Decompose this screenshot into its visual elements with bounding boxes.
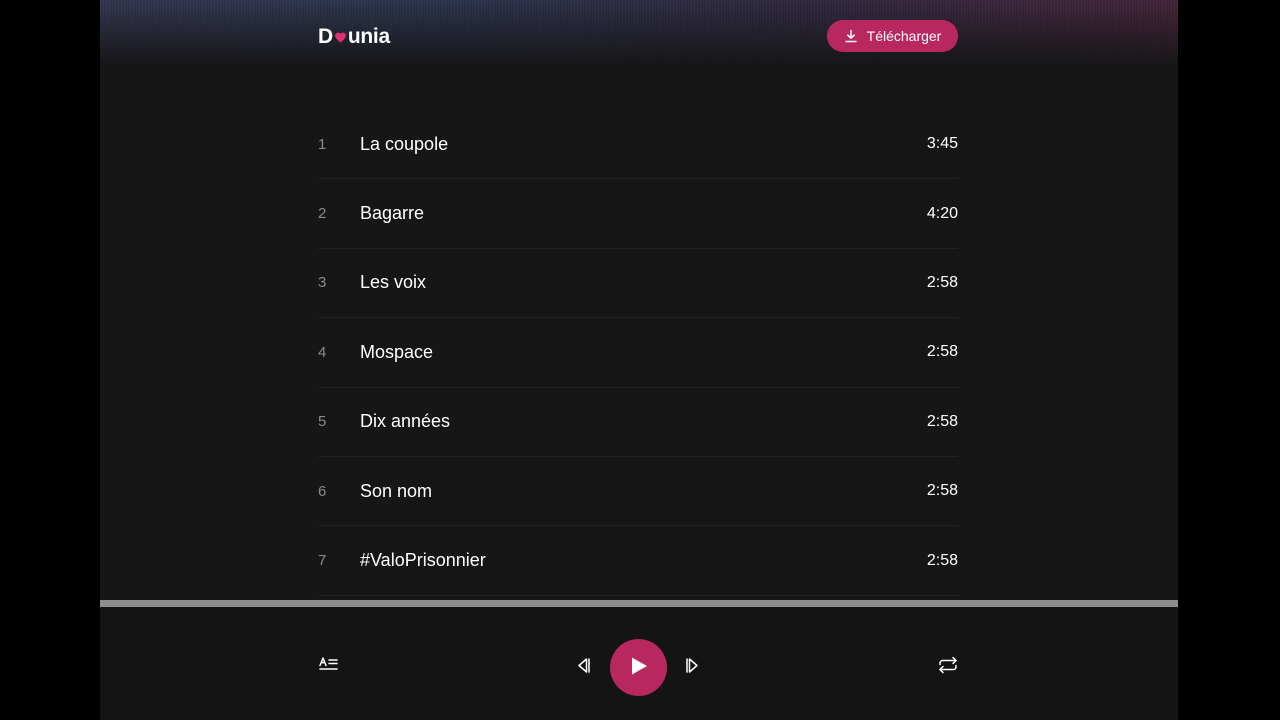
track-title: Les voix xyxy=(360,272,427,293)
track-number: 3 xyxy=(318,274,327,292)
play-button[interactable] xyxy=(610,639,667,696)
skip-next-icon xyxy=(685,657,701,677)
repeat-icon xyxy=(938,656,958,677)
track-row[interactable]: 4 Mospace 2:58 xyxy=(318,318,958,388)
skip-previous-icon xyxy=(575,657,591,677)
repeat-button[interactable] xyxy=(937,655,959,677)
track-duration: 3:45 xyxy=(926,135,958,153)
track-number: 5 xyxy=(318,413,327,431)
track-duration: 4:20 xyxy=(926,204,958,222)
track-duration: 2:58 xyxy=(926,412,958,430)
download-button[interactable]: Télécharger xyxy=(827,20,958,52)
playback-progress-bar[interactable] xyxy=(100,600,1178,607)
lyrics-icon xyxy=(319,656,339,675)
track-duration: 2:58 xyxy=(926,482,958,500)
track-number: 7 xyxy=(318,552,327,570)
track-duration: 2:58 xyxy=(926,343,958,361)
track-number: 2 xyxy=(318,205,327,223)
download-icon xyxy=(844,29,858,43)
track-row[interactable]: 1 La coupole 3:45 xyxy=(318,110,958,180)
track-number: 4 xyxy=(318,343,327,361)
app-window: D unia Télécharger 1 La coupole 3:45 2 B… xyxy=(100,0,1178,720)
track-row[interactable]: 3 Les voix 2:58 xyxy=(318,249,958,319)
track-title: #ValoPrisonnier xyxy=(360,550,486,571)
waveform-header-background xyxy=(100,0,1178,66)
previous-track-button[interactable] xyxy=(574,657,592,677)
play-icon xyxy=(630,656,648,679)
track-number: 6 xyxy=(318,482,327,500)
track-duration: 2:58 xyxy=(926,551,958,569)
heart-icon xyxy=(334,31,347,44)
dounia-logo: D unia xyxy=(318,24,390,50)
track-title: La coupole xyxy=(360,133,449,154)
track-row[interactable]: 2 Bagarre 4:20 xyxy=(318,179,958,249)
lyrics-button[interactable] xyxy=(318,655,340,675)
player-bar xyxy=(100,607,1178,720)
logo-letter-d: D xyxy=(318,25,333,48)
track-row[interactable]: 6 Son nom 2:58 xyxy=(318,457,958,527)
track-title: Son nom xyxy=(360,480,433,501)
track-title: Dix années xyxy=(360,411,451,432)
logo-text: unia xyxy=(347,25,390,48)
download-label: Télécharger xyxy=(866,28,942,44)
track-title: Mospace xyxy=(360,341,434,362)
track-number: 1 xyxy=(318,135,327,153)
next-track-button[interactable] xyxy=(684,657,702,677)
track-title: Bagarre xyxy=(360,203,425,224)
track-row[interactable]: 7 #ValoPrisonnier 2:58 xyxy=(318,526,958,596)
track-duration: 2:58 xyxy=(926,273,958,291)
track-row[interactable]: 5 Dix années 2:58 xyxy=(318,388,958,457)
tracklist: 1 La coupole 3:45 2 Bagarre 4:20 3 Les v… xyxy=(318,110,958,596)
